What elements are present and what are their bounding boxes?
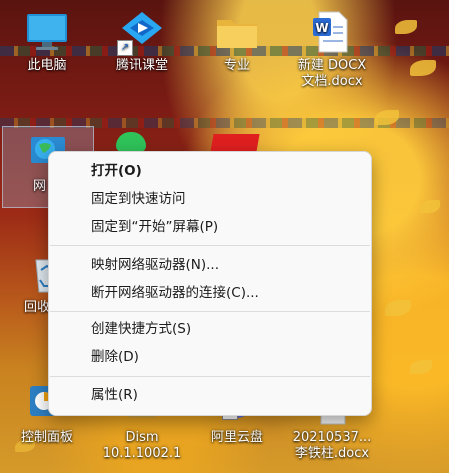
menu-item-pin-start[interactable]: 固定到“开始”屏幕(P)	[49, 214, 371, 240]
icon-label-line1: Dism	[125, 430, 159, 445]
tencent-classroom-icon: ↗	[117, 10, 165, 56]
menu-separator	[50, 311, 370, 312]
shortcut-arrow-icon: ↗	[117, 40, 133, 56]
icon-label: 阿里云盘	[210, 430, 263, 445]
folder-icon	[214, 10, 260, 54]
desktop-icon-new-docx[interactable]: W 新建 DOCX 文档.docx	[287, 10, 377, 90]
desktop-icon-this-pc[interactable]: 此电脑	[2, 10, 92, 74]
icon-label-line1: 新建 DOCX	[297, 58, 367, 73]
menu-item-properties[interactable]: 属性(R)	[49, 382, 371, 408]
menu-item-pin-quick-access[interactable]: 固定到快速访问	[49, 186, 371, 212]
monitor-icon	[24, 10, 70, 54]
menu-item-create-shortcut[interactable]: 创建快捷方式(S)	[49, 316, 371, 342]
menu-item-label: 映射网络驱动器(N)...	[91, 257, 220, 273]
icon-label-line2: 李铁柱.docx	[294, 446, 370, 461]
icon-label-line2: 文档.docx	[301, 74, 363, 89]
icon-label: 专业	[223, 58, 250, 73]
wechat-icon	[116, 132, 146, 152]
menu-item-delete[interactable]: 删除(D)	[49, 344, 371, 370]
word-document-icon: W	[309, 10, 355, 54]
icon-label: 控制面板	[20, 430, 73, 445]
icon-label: 腾讯课堂	[115, 58, 168, 73]
menu-item-label: 创建快捷方式(S)	[91, 321, 192, 337]
menu-item-open[interactable]: 打开(O)	[49, 158, 371, 184]
desktop-icon-major-folder[interactable]: 专业	[192, 10, 282, 74]
menu-item-label: 属性(R)	[91, 387, 138, 403]
menu-item-label: 断开网络驱动器的连接(C)...	[91, 285, 259, 301]
menu-separator	[50, 376, 370, 377]
menu-item-label: 固定到快速访问	[91, 191, 186, 207]
svg-text:W: W	[315, 21, 328, 35]
icon-label: 此电脑	[27, 58, 67, 73]
menu-item-map-network-drive[interactable]: 映射网络驱动器(N)...	[49, 252, 371, 278]
menu-item-label: 删除(D)	[91, 349, 139, 365]
icon-label-line1: 20210537...	[292, 430, 372, 445]
menu-item-disconnect-network-drive[interactable]: 断开网络驱动器的连接(C)...	[49, 280, 371, 306]
desktop-icon-tencent-classroom[interactable]: ↗ 腾讯课堂	[97, 10, 187, 74]
menu-separator	[50, 245, 370, 246]
icon-label-line2: 10.1.1002.1	[102, 446, 182, 461]
menu-item-label: 打开(O)	[91, 163, 142, 179]
menu-item-label: 固定到“开始”屏幕(P)	[91, 219, 219, 235]
context-menu: 打开(O) 固定到快速访问 固定到“开始”屏幕(P) 映射网络驱动器(N)...…	[48, 151, 372, 416]
red-logo-icon	[210, 134, 260, 152]
